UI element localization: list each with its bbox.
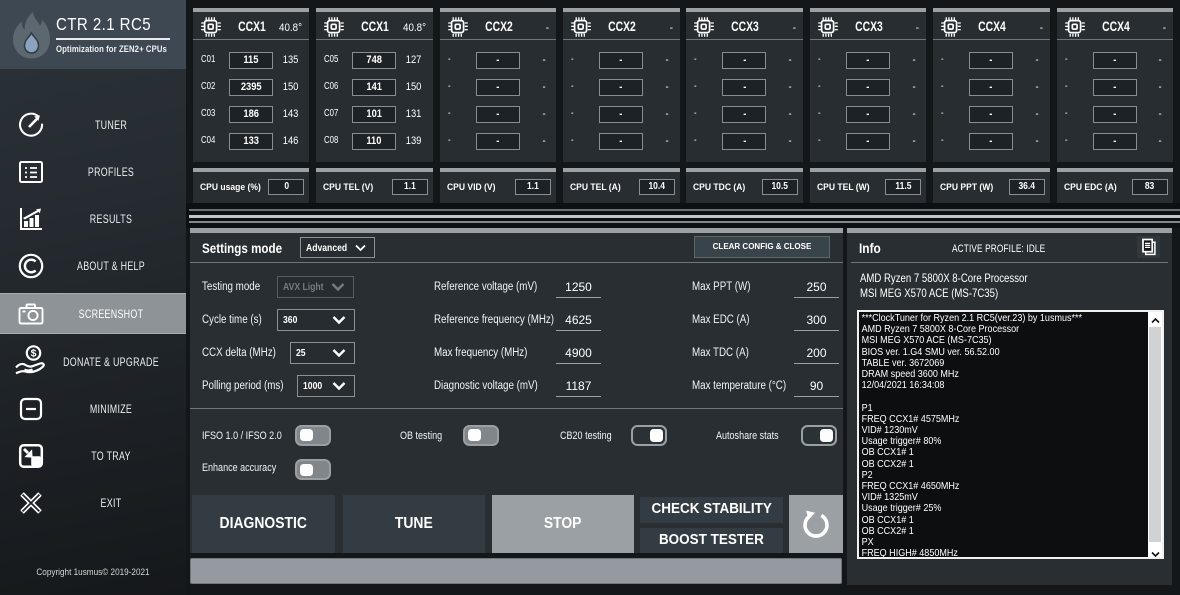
svg-text:$: $ (31, 347, 37, 359)
